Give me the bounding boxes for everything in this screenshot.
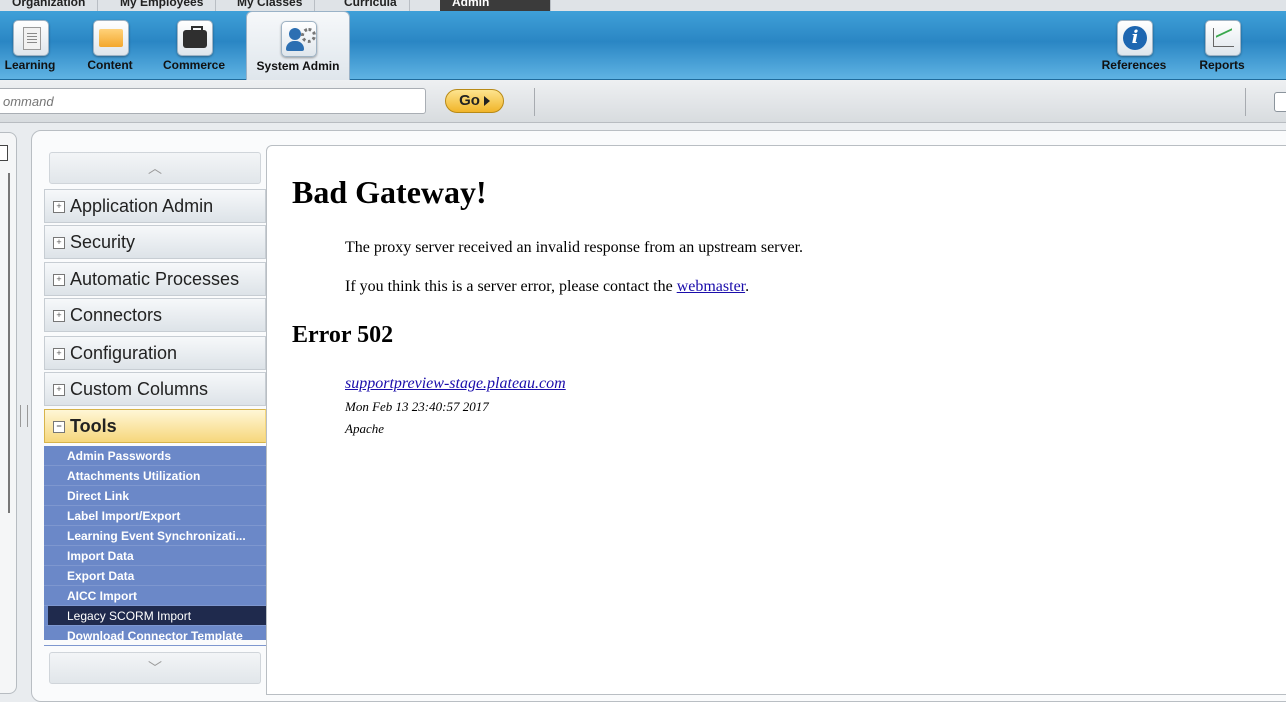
nav-section-label: Custom Columns xyxy=(70,379,209,399)
module-references-label: References xyxy=(1101,58,1167,72)
chevron-up-icon: ︿ xyxy=(148,160,162,176)
contact-prefix: If you think this is a server error, ple… xyxy=(345,278,677,295)
module-reports[interactable]: Reports xyxy=(1192,11,1252,79)
module-learning[interactable]: Learning xyxy=(0,11,60,79)
module-commerce[interactable]: Commerce xyxy=(158,11,230,79)
tools-submenu: Admin Passwords Attachments Utilization … xyxy=(44,446,266,646)
chart-icon xyxy=(1205,20,1241,56)
collapsed-left-panel[interactable] xyxy=(0,132,17,694)
tools-item-label-import-export[interactable]: Label Import/Export xyxy=(44,506,266,526)
content-pane: Bad Gateway! The proxy server received a… xyxy=(266,145,1286,695)
nav-section-label: Automatic Processes xyxy=(70,269,240,289)
tools-item-import-data[interactable]: Import Data xyxy=(44,546,266,566)
server-host-link[interactable]: supportpreview-stage.plateau.com xyxy=(345,375,566,392)
tools-item-admin-passwords[interactable]: Admin Passwords xyxy=(44,446,266,466)
tools-item-aicc-import[interactable]: AICC Import xyxy=(44,586,266,606)
tools-item-learning-event-sync[interactable]: Learning Event Synchronizati... xyxy=(44,526,266,546)
expand-icon: + xyxy=(53,310,65,322)
collapse-icon: − xyxy=(53,421,65,433)
nav-section-connectors[interactable]: + Connectors xyxy=(44,298,266,332)
tools-item-export-data[interactable]: Export Data xyxy=(44,566,266,586)
error-contact-line: If you think this is a server error, ple… xyxy=(345,278,749,296)
command-bar: Go xyxy=(0,80,1286,123)
tab-my-employees[interactable]: My Employees xyxy=(108,0,217,11)
folder-icon xyxy=(93,20,129,56)
module-commerce-label: Commerce xyxy=(162,58,226,72)
expand-icon: + xyxy=(53,348,65,360)
play-arrow-icon xyxy=(483,96,490,107)
go-button[interactable]: Go xyxy=(445,89,504,113)
module-system-admin[interactable]: System Admin xyxy=(246,11,350,80)
go-button-label: Go xyxy=(459,92,480,109)
module-references[interactable]: i References xyxy=(1094,11,1174,79)
tools-item-legacy-scorm-import[interactable]: Legacy SCORM Import xyxy=(44,606,266,626)
server-software: Apache xyxy=(345,421,384,436)
nav-section-label: Tools xyxy=(70,416,117,436)
module-content-label: Content xyxy=(87,58,133,72)
module-reports-label: Reports xyxy=(1199,58,1245,72)
module-bar: Learning Content Commerce System Admin i… xyxy=(0,11,1286,80)
module-learning-label: Learning xyxy=(4,58,56,72)
module-content[interactable]: Content xyxy=(80,11,140,79)
expand-icon: + xyxy=(53,384,65,396)
nav-section-automatic-processes[interactable]: + Automatic Processes xyxy=(44,262,266,296)
webmaster-link[interactable]: webmaster xyxy=(677,278,745,295)
nav-section-configuration[interactable]: + Configuration xyxy=(44,336,266,370)
admin-gear-icon xyxy=(281,21,317,57)
nav-section-label: Connectors xyxy=(70,305,163,325)
tab-curricula[interactable]: Curricula xyxy=(332,0,410,11)
nav-section-label: Configuration xyxy=(70,343,178,363)
nav-section-label: Security xyxy=(70,232,136,252)
nav-scroll-up-button[interactable]: ︿ xyxy=(49,152,261,184)
expand-icon: + xyxy=(53,237,65,249)
info-icon: i xyxy=(1117,20,1153,56)
panel-toggle-icon[interactable] xyxy=(0,145,8,161)
error-title: Bad Gateway! xyxy=(292,174,487,210)
error-timestamp: Mon Feb 13 23:40:57 2017 xyxy=(345,399,489,414)
nav-section-tools[interactable]: − Tools xyxy=(44,409,280,443)
error-code: Error 502 xyxy=(292,322,394,348)
nav-section-application-admin[interactable]: + Application Admin xyxy=(44,189,266,223)
tools-item-direct-link[interactable]: Direct Link xyxy=(44,486,266,506)
splitter-grip-icon[interactable] xyxy=(20,405,28,427)
tab-organization[interactable]: Organization xyxy=(0,0,99,11)
tab-my-classes[interactable]: My Classes xyxy=(225,0,316,11)
tools-item-attachments-utilization[interactable]: Attachments Utilization xyxy=(44,466,266,486)
nav-scroll-down-button[interactable]: ﹀ xyxy=(49,652,261,684)
nav-section-label: Application Admin xyxy=(70,196,214,216)
nav-section-security[interactable]: + Security xyxy=(44,225,266,259)
document-icon xyxy=(13,20,49,56)
nav-section-custom-columns[interactable]: + Custom Columns xyxy=(44,372,266,406)
toolbar-divider xyxy=(1245,88,1246,116)
command-input[interactable] xyxy=(0,88,426,114)
tab-admin[interactable]: Admin xyxy=(440,0,551,11)
toolbar-divider xyxy=(534,88,535,116)
chevron-down-icon: ﹀ xyxy=(148,660,162,676)
tools-item-download-connector-template[interactable]: Download Connector Template xyxy=(44,626,266,646)
error-message: The proxy server received an invalid res… xyxy=(345,239,804,256)
contact-suffix: . xyxy=(745,278,750,295)
briefcase-icon xyxy=(177,20,213,56)
expand-icon: + xyxy=(53,274,65,286)
admin-nav-panel: ︿ + Application Admin + Security + Autom… xyxy=(44,150,280,692)
server-host: supportpreview-stage.plateau.com xyxy=(345,375,566,393)
toolbar-toggle-icon[interactable] xyxy=(1274,92,1286,112)
module-system-admin-label: System Admin xyxy=(256,59,340,73)
panel-scrollbar[interactable] xyxy=(0,173,10,513)
expand-icon: + xyxy=(53,201,65,213)
